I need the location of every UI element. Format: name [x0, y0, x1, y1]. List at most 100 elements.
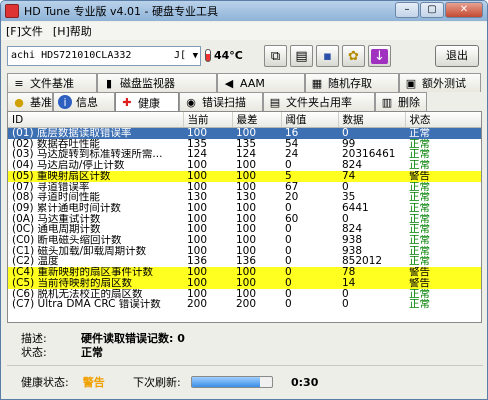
cell-worst: 135 [236, 138, 257, 150]
menu-file[interactable]: [F]文件 [1, 23, 48, 39]
tab-label: 基准 [30, 96, 52, 109]
table-row[interactable]: (C0) 断电磁头缩回计数 100 100 0 938 正常 [8, 235, 481, 246]
tab-label: 磁盘监视器 [120, 77, 175, 90]
cell-status: 正常 [409, 149, 430, 161]
random-access-icon: ▦ [311, 76, 323, 90]
cell-data: 35 [342, 192, 356, 203]
header-current[interactable]: 当前 [183, 112, 233, 128]
cell-worst: 100 [232, 170, 281, 182]
cell-threshold: 0 [285, 288, 292, 300]
cell-worst: 100 [236, 213, 257, 225]
cell-worst: 136 [236, 256, 257, 268]
title-bar[interactable]: HD Tune 专业版 v4.01 - 硬盘专业工具 – ▢ ✕ [1, 1, 487, 21]
cell-threshold: 20 [285, 192, 299, 203]
tab-top-3[interactable]: ▦ 随机存取 [305, 73, 399, 92]
cell-threshold: 0 [285, 245, 292, 257]
cell-worst: 124 [236, 149, 257, 161]
tab-label: 文件基准 [30, 77, 74, 90]
clipboard-icon: ▤ [295, 48, 308, 64]
cell-data: 938 [342, 235, 363, 246]
table-row[interactable]: (01) 底层数据读取错误率 100 100 16 0 正常 [8, 127, 481, 139]
cell-worst: 100 [236, 235, 257, 246]
temperature-readout: 44°C [205, 49, 243, 62]
table-row[interactable]: (02) 数据吞吐性能 135 135 54 99 正常 [8, 138, 481, 150]
cell-data: 99 [342, 138, 356, 150]
cell-current: 136 [187, 256, 208, 268]
next-refresh-label: 下次刷新: [133, 376, 181, 389]
options-button[interactable]: ✿ [342, 45, 365, 67]
cell-worst: 100 [232, 127, 281, 139]
cell-threshold: 16 [281, 127, 338, 139]
save-button[interactable]: ▪ [316, 45, 339, 67]
cell-id: (C7) Ultra DMA CRC 错误计数 [12, 299, 161, 310]
cell-id: (C0) 断电磁头缩回计数 [12, 235, 122, 246]
header-id[interactable]: ID [8, 112, 184, 128]
cell-status: 正常 [409, 138, 430, 150]
temperature-value: 44°C [214, 49, 243, 62]
table-row[interactable]: (07) 寻道错误率 100 100 67 0 正常 [8, 181, 481, 193]
chevron-down-icon[interactable]: ▼ [193, 47, 198, 65]
drive-select[interactable]: achi HDS721010CLA332 J[ ▼ [7, 46, 201, 66]
table-row[interactable]: (C1) 磁头加载/卸载周期计数 100 100 0 938 正常 [8, 245, 481, 257]
table-header-row: ID 当前 最差 阈值 数据 状态 [8, 112, 481, 128]
tab-bottom-0[interactable]: ● 基准 [7, 92, 53, 111]
tab-top-4[interactable]: ▣ 额外测试 [399, 73, 481, 92]
window-title: HD Tune 专业版 v4.01 - 硬盘专业工具 [24, 5, 218, 18]
table-row[interactable]: (C6) 脱机无法校正的扇区数 100 100 0 0 正常 [8, 288, 481, 300]
table-row[interactable]: (04) 马达启动/停止计数 100 100 0 824 正常 [8, 160, 481, 171]
table-row[interactable]: (C5) 当前待映射的扇区数 100 100 0 14 警告 [8, 277, 481, 289]
menu-help[interactable]: [H]帮助 [48, 23, 97, 39]
tab-bottom-1[interactable]: i 信息 [53, 92, 115, 111]
table-row[interactable]: (09) 累计通电时间计数 100 100 0 6441 正常 [8, 202, 481, 214]
cell-status: 正常 [409, 256, 430, 268]
cell-current: 100 [187, 160, 208, 171]
cell-status: 警告 [405, 277, 481, 289]
table-row[interactable]: (08) 寻道时间性能 130 130 20 35 正常 [8, 192, 481, 203]
table-row[interactable]: (C4) 重新映射的扇区事件计数 100 100 0 78 警告 [8, 267, 481, 278]
copy-button[interactable]: ⧉ [264, 45, 287, 67]
header-status[interactable]: 状态 [405, 112, 481, 128]
tab-top-2[interactable]: ◀ AAM [217, 73, 305, 92]
cell-threshold: 0 [285, 202, 292, 214]
header-data[interactable]: 数据 [338, 112, 406, 128]
tab-bottom-4[interactable]: ▤ 文件夹占用率 [263, 92, 375, 111]
header-threshold[interactable]: 阈值 [281, 112, 339, 128]
table-row[interactable]: (03) 马达旋转到标准转速所需... 124 124 24 20316461 正常 [8, 149, 481, 161]
tab-bottom-3[interactable]: ◉ 错误扫描 [179, 92, 263, 111]
table-row[interactable]: (0A) 马达重试计数 100 100 60 0 正常 [8, 213, 481, 225]
cell-threshold: 54 [285, 138, 299, 150]
table-row[interactable]: (C2) 温度 136 136 0 852012 正常 [8, 256, 481, 268]
copy-text-button[interactable]: ▤ [290, 45, 313, 67]
cell-id: (03) 马达旋转到标准转速所需... [12, 149, 163, 161]
close-button[interactable]: ✕ [445, 2, 483, 18]
toolbar: achi HDS721010CLA332 J[ ▼ 44°C ⧉ ▤ ▪ ✿ ↓… [1, 41, 487, 71]
tab-top-1[interactable]: ▮ 磁盘监视器 [97, 73, 217, 92]
cell-status: 警告 [405, 267, 481, 278]
cell-id: (08) 寻道时间性能 [12, 192, 100, 203]
tab-label: AAM [240, 76, 265, 90]
tab-bottom-5[interactable]: ▥ 删除 [375, 92, 427, 111]
maximize-button[interactable]: ▢ [420, 2, 444, 18]
cell-status: 警告 [405, 170, 481, 182]
tab-top-0[interactable]: ≡ 文件基准 [7, 73, 97, 92]
main-window: HD Tune 专业版 v4.01 - 硬盘专业工具 – ▢ ✕ [F]文件 [… [0, 0, 488, 400]
cell-data: 20316461 [342, 149, 396, 161]
table-row[interactable]: (05) 重映射扇区计数 100 100 5 74 警告 [8, 170, 481, 182]
cell-status: 正常 [409, 299, 430, 310]
tab-label: 健康 [138, 96, 160, 110]
cell-id: (C4) 重新映射的扇区事件计数 [8, 267, 183, 278]
tab-bottom-2[interactable]: ✚ 健康 [115, 92, 179, 112]
cell-threshold: 67 [285, 181, 299, 193]
cell-id: (01) 底层数据读取错误率 [8, 127, 183, 139]
cell-current: 200 [187, 299, 208, 310]
table-row[interactable]: (0C) 通电周期计数 100 100 0 824 正常 [8, 224, 481, 235]
table-row[interactable]: (C7) Ultra DMA CRC 错误计数 200 200 0 0 正常 [8, 299, 481, 310]
smart-table: ID 当前 最差 阈值 数据 状态 (01) 底层数据读取错误率 100 100 16… [8, 112, 481, 310]
cell-data: 14 [338, 277, 405, 289]
minimize-button[interactable]: – [395, 2, 419, 18]
header-worst[interactable]: 最差 [232, 112, 282, 128]
exit-button[interactable]: 退出 [435, 45, 479, 67]
health-status-label: 健康状态: [21, 376, 69, 389]
download-button[interactable]: ↓ [368, 45, 391, 67]
cell-worst: 100 [236, 288, 257, 300]
